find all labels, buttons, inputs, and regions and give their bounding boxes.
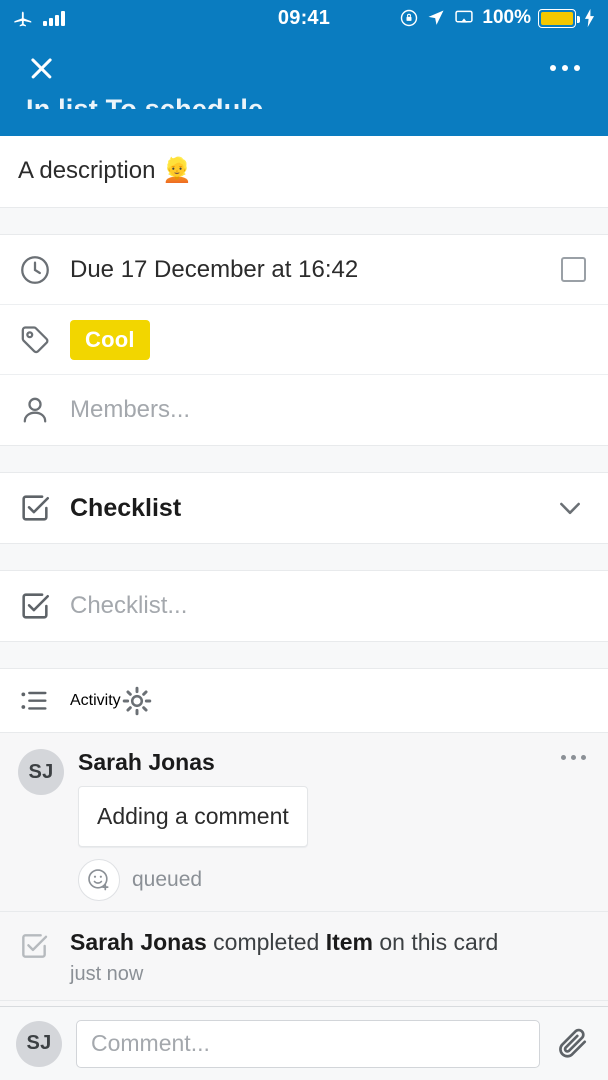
- card-title: In list To schedule: [26, 94, 264, 109]
- activity-header-row: Activity: [0, 669, 608, 733]
- location-arrow-icon: [426, 8, 446, 28]
- comment-input[interactable]: Comment...: [76, 1019, 540, 1068]
- add-reaction-icon[interactable]: [78, 859, 120, 901]
- checklist-title: Checklist: [70, 493, 182, 522]
- signal-bars-icon: [43, 10, 65, 26]
- card-attributes-section: Due 17 December at 16:42 Cool Members...: [0, 235, 608, 445]
- activity-entry: Sarah Jonas completed Item on this card …: [0, 912, 608, 1001]
- more-options-icon[interactable]: [557, 749, 590, 766]
- avatar[interactable]: SJ: [18, 749, 64, 795]
- members-placeholder: Members...: [70, 396, 191, 423]
- activity-entry-body: Sarah Jonas completed Item on this card …: [70, 928, 590, 986]
- label-chip[interactable]: Cool: [70, 319, 150, 360]
- section-divider: [0, 543, 608, 571]
- comment-header: Sarah Jonas: [78, 749, 590, 776]
- activity-actor: Sarah Jonas: [70, 929, 207, 955]
- airplane-icon: [12, 7, 34, 29]
- checkbox-checked-icon: [18, 589, 70, 623]
- due-date-label: Due 17 December at 16:42: [70, 255, 359, 283]
- comment-composer-bar: SJ Comment...: [0, 1006, 608, 1080]
- card-detail-screen: 09:41 100% In list To schedule A descrip…: [0, 0, 608, 1080]
- comment-footer: queued: [78, 859, 590, 901]
- activity-verb: completed: [206, 929, 326, 955]
- activity-entry: Sarah Jonas added Checklist to this card…: [0, 1000, 608, 1006]
- navbar-row: [0, 36, 608, 90]
- checklist-section: Checklist: [0, 473, 608, 543]
- gear-icon[interactable]: [121, 685, 153, 717]
- chevron-down-icon[interactable]: [554, 492, 586, 524]
- section-divider: [0, 641, 608, 669]
- comment-text[interactable]: Adding a comment: [78, 786, 308, 847]
- label-chip-list: Cool: [70, 319, 586, 360]
- checklist-add-row[interactable]: Checklist...: [0, 571, 608, 641]
- activity-timestamp: just now: [70, 962, 144, 985]
- paperclip-icon[interactable]: [554, 1025, 592, 1063]
- status-bar-right: 100%: [399, 7, 596, 29]
- tag-icon: [18, 323, 70, 357]
- members-row[interactable]: Members...: [0, 375, 608, 445]
- person-icon: [18, 393, 70, 427]
- activity-comment: SJ Sarah Jonas Adding a comment queued: [0, 733, 608, 912]
- section-divider: [0, 445, 608, 473]
- checklist-add-placeholder[interactable]: Checklist...: [70, 592, 586, 620]
- description-section: A description 👱: [0, 136, 608, 207]
- labels-row[interactable]: Cool: [0, 305, 608, 375]
- checklist-add-section: Checklist...: [0, 571, 608, 641]
- avatar[interactable]: SJ: [16, 1020, 62, 1067]
- clock-icon: [18, 253, 70, 287]
- checkbox-checked-icon: [18, 491, 70, 525]
- more-options-icon[interactable]: [544, 59, 586, 77]
- comment-main: Sarah Jonas Adding a comment queued: [78, 749, 590, 901]
- card-content-scroll[interactable]: A description 👱 Due 17 December at 16:42…: [0, 136, 608, 1006]
- checklist-header-row[interactable]: Checklist: [0, 473, 608, 543]
- comment-author: Sarah Jonas: [78, 749, 215, 775]
- activity-title: Activity: [70, 691, 121, 709]
- activity-list-icon: [18, 685, 70, 717]
- section-divider: [0, 207, 608, 235]
- activity-target: Item: [325, 929, 373, 955]
- battery-percent-label: 100%: [482, 7, 531, 28]
- due-date-checkbox[interactable]: [561, 257, 586, 282]
- description-text[interactable]: A description 👱: [0, 136, 608, 207]
- checkbox-checked-icon: [18, 928, 70, 986]
- battery-icon: [538, 8, 580, 28]
- close-icon[interactable]: [26, 53, 56, 83]
- comment-status: queued: [132, 868, 203, 891]
- lightning-bolt-icon: [583, 8, 596, 28]
- activity-suffix: on this card: [373, 929, 499, 955]
- activity-section: Activity SJ Sarah Jonas Adding a comment: [0, 669, 608, 1006]
- activity-entry-text: Sarah Jonas completed Item on this card: [70, 928, 590, 957]
- status-bar-left: [12, 7, 65, 29]
- due-date-row[interactable]: Due 17 December at 16:42: [0, 235, 608, 305]
- rotation-lock-icon: [399, 8, 419, 28]
- card-navbar: In list To schedule: [0, 36, 608, 136]
- airplay-icon: [453, 8, 475, 28]
- status-bar: 09:41 100%: [0, 0, 608, 36]
